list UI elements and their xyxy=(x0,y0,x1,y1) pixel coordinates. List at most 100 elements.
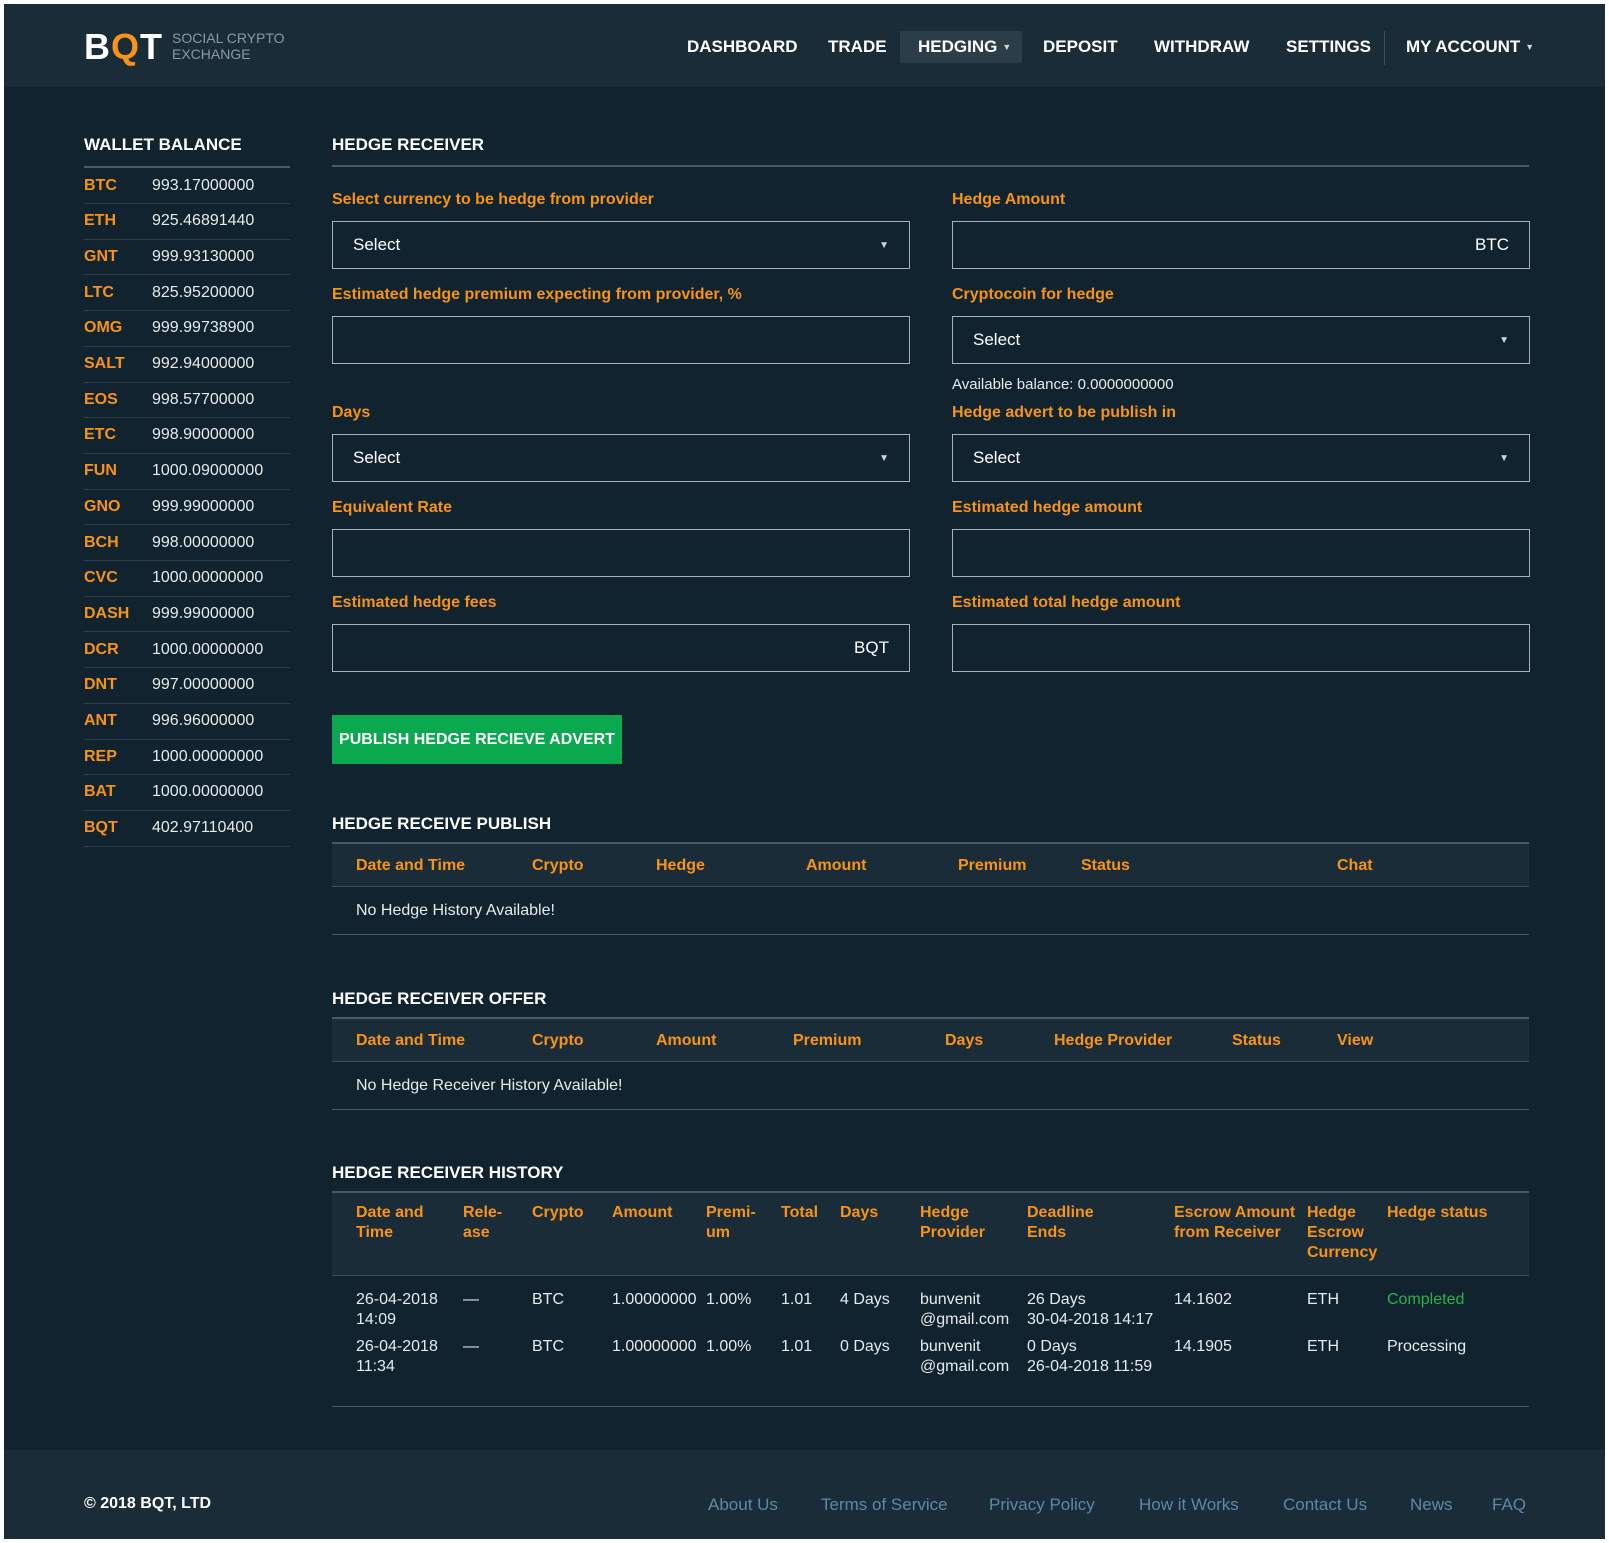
footer-link-faq[interactable]: FAQ xyxy=(1492,1495,1526,1515)
nav-settings[interactable]: SETTINGS xyxy=(1268,31,1389,63)
est-amount-input[interactable] xyxy=(952,529,1530,577)
days-select[interactable]: Select ▼ xyxy=(332,434,910,482)
history-table-bottom-border xyxy=(332,1406,1529,1407)
wallet-row-eth: ETH 925.46891440 xyxy=(84,204,290,240)
history-cell-line: BTC xyxy=(532,1291,564,1308)
history-cell-provider: bunvenit @gmail.com xyxy=(920,1290,1009,1330)
history-cell-line: 26-04-2018 11:59 xyxy=(1027,1358,1153,1375)
wallet-row-gnt: GNT 999.93130000 xyxy=(84,239,290,276)
history-col-header: Total xyxy=(781,1203,818,1223)
wallet-row-ltc: LTC 825.95200000 xyxy=(84,275,290,312)
premium-input[interactable] xyxy=(332,316,910,364)
hedge-amount-input[interactable]: BTC xyxy=(952,221,1530,269)
history-cell-line: @gmail.com xyxy=(920,1358,1010,1375)
footer-link-privacy[interactable]: Privacy Policy xyxy=(989,1495,1095,1515)
bqt-logo[interactable]: BQT xyxy=(84,26,163,68)
col-date-time: Date and Time xyxy=(356,1032,466,1049)
cryptocoin-select-value: Select xyxy=(973,330,1021,349)
history-cell-line: 1.01 xyxy=(781,1338,813,1355)
nav-deposit[interactable]: DEPOSIT xyxy=(1025,31,1136,63)
nav-dashboard[interactable]: DASHBOARD xyxy=(669,31,816,63)
history-cell-line: bunvenit xyxy=(920,1338,981,1355)
est-amount-label: Estimated hedge amount xyxy=(952,499,1143,516)
publish-table-title: HEDGE RECEIVE PUBLISH xyxy=(332,814,552,833)
wallet-row-gno: GNO 999.99000000 xyxy=(84,489,290,526)
history-cell-provider: bunvenit @gmail.com xyxy=(920,1337,1009,1377)
nav-my-account[interactable]: MY ACCOUNT ▼ xyxy=(1388,31,1552,63)
history-col-header: Amount xyxy=(612,1203,672,1223)
cryptocoin-select[interactable]: Select ▼ xyxy=(952,316,1530,364)
col-status: Status xyxy=(1232,1032,1281,1049)
history-col-header-line: Ends xyxy=(1027,1224,1067,1241)
currency-select-value: Select xyxy=(353,235,401,254)
history-col-header: Deadline Ends xyxy=(1027,1203,1094,1243)
wallet-balance-value: 999.99000000 xyxy=(152,497,255,515)
history-cell-line: @gmail.com xyxy=(920,1311,1010,1328)
history-cell-line: 14.1602 xyxy=(1174,1291,1232,1308)
chevron-down-icon: ▼ xyxy=(1525,42,1535,52)
nav-trade[interactable]: TRADE xyxy=(810,31,905,63)
logo-tagline: SOCIAL CRYPTO EXCHANGE xyxy=(172,30,302,62)
history-col-header: Premi-um xyxy=(706,1203,756,1243)
hedge-amount-label: Hedge Amount xyxy=(952,191,1066,208)
advert-select[interactable]: Select ▼ xyxy=(952,434,1530,482)
wallet-symbol: BCH xyxy=(84,533,119,551)
wallet-balance-value: 1000.00000000 xyxy=(152,747,264,765)
rate-input[interactable] xyxy=(332,529,910,577)
publish-advert-button[interactable]: PUBLISH HEDGE RECIEVE ADVERT xyxy=(332,715,622,764)
wallet-balance-value: 1000.00000000 xyxy=(152,783,264,801)
footer-link-contact[interactable]: Contact Us xyxy=(1283,1495,1367,1515)
nav-divider xyxy=(1384,31,1385,65)
history-cell-currency: ETH xyxy=(1307,1290,1339,1310)
wallet-balance-value: 992.94000000 xyxy=(152,355,255,372)
history-cell-line: 14.1905 xyxy=(1174,1338,1232,1355)
history-cell-line: 30-04-2018 14:17 xyxy=(1027,1311,1154,1328)
caret-down-icon: ▼ xyxy=(879,452,889,464)
days-label: Days xyxy=(332,404,371,421)
total-input[interactable] xyxy=(952,624,1530,672)
history-col-header-line: Amount xyxy=(612,1204,673,1221)
wallet-row-dcr: DCR 1000.00000000 xyxy=(84,632,290,669)
history-cell-line: ETH xyxy=(1307,1338,1339,1355)
footer-link-about[interactable]: About Us xyxy=(708,1495,778,1515)
nav-my-account-label: MY ACCOUNT xyxy=(1406,37,1521,56)
history-cell-escrow: 14.1602 xyxy=(1174,1290,1232,1310)
wallet-symbol: ANT xyxy=(84,712,117,729)
footer-link-how-it-works[interactable]: How it Works xyxy=(1139,1495,1239,1515)
wallet-row-etc: ETC 998.90000000 xyxy=(84,418,290,454)
wallet-symbol: ETH xyxy=(84,212,116,230)
currency-select[interactable]: Select ▼ xyxy=(332,221,910,269)
wallet-symbol: BAT xyxy=(84,783,116,801)
total-label: Estimated total hedge amount xyxy=(952,594,1181,611)
history-col-header-line: Provider xyxy=(920,1224,985,1241)
wallet-row-ant: ANT 996.96000000 xyxy=(84,704,290,740)
wallet-symbol: LTC xyxy=(84,283,114,301)
wallet-row-rep: REP 1000.00000000 xyxy=(84,739,290,776)
col-crypto: Crypto xyxy=(532,857,584,874)
history-cell-currency: ETH xyxy=(1307,1337,1339,1357)
wallet-balance-value: 1000.00000000 xyxy=(152,640,264,658)
nav-hedging[interactable]: HEDGING ▼ xyxy=(900,31,1022,63)
wallet-row-eos: EOS 998.57700000 xyxy=(84,382,290,419)
history-cell-premium: 1.00% xyxy=(706,1337,751,1357)
wallet-row-salt: SALT 992.94000000 xyxy=(84,347,290,383)
history-cell-line: 26 Days xyxy=(1027,1291,1086,1308)
col-amount: Amount xyxy=(656,1032,717,1049)
history-cell-days: 0 Days xyxy=(840,1337,890,1357)
history-cell-amount: 1.00000000 xyxy=(612,1337,697,1357)
wallet-symbol: ETC xyxy=(84,426,116,444)
history-cell-line: 26-04-2018 xyxy=(356,1291,438,1308)
col-chat: Chat xyxy=(1337,857,1373,874)
history-col-header-line: um xyxy=(706,1224,730,1241)
wallet-symbol: DNT xyxy=(84,676,117,694)
fees-label: Estimated hedge fees xyxy=(332,594,497,611)
history-col-header-line: Hedge xyxy=(1307,1204,1356,1221)
footer-link-news[interactable]: News xyxy=(1410,1495,1453,1515)
top-navbar: BQT SOCIAL CRYPTO EXCHANGE DASHBOARD TRA… xyxy=(4,4,1605,87)
wallet-balance-value: 998.57700000 xyxy=(152,390,255,408)
footer-link-terms[interactable]: Terms of Service xyxy=(821,1495,948,1515)
fees-input[interactable]: BQT xyxy=(332,624,910,672)
nav-withdraw[interactable]: WITHDRAW xyxy=(1136,31,1267,63)
history-col-header: Rele-ase xyxy=(463,1203,502,1243)
wallet-row-dash: DASH 999.99000000 xyxy=(84,596,290,633)
